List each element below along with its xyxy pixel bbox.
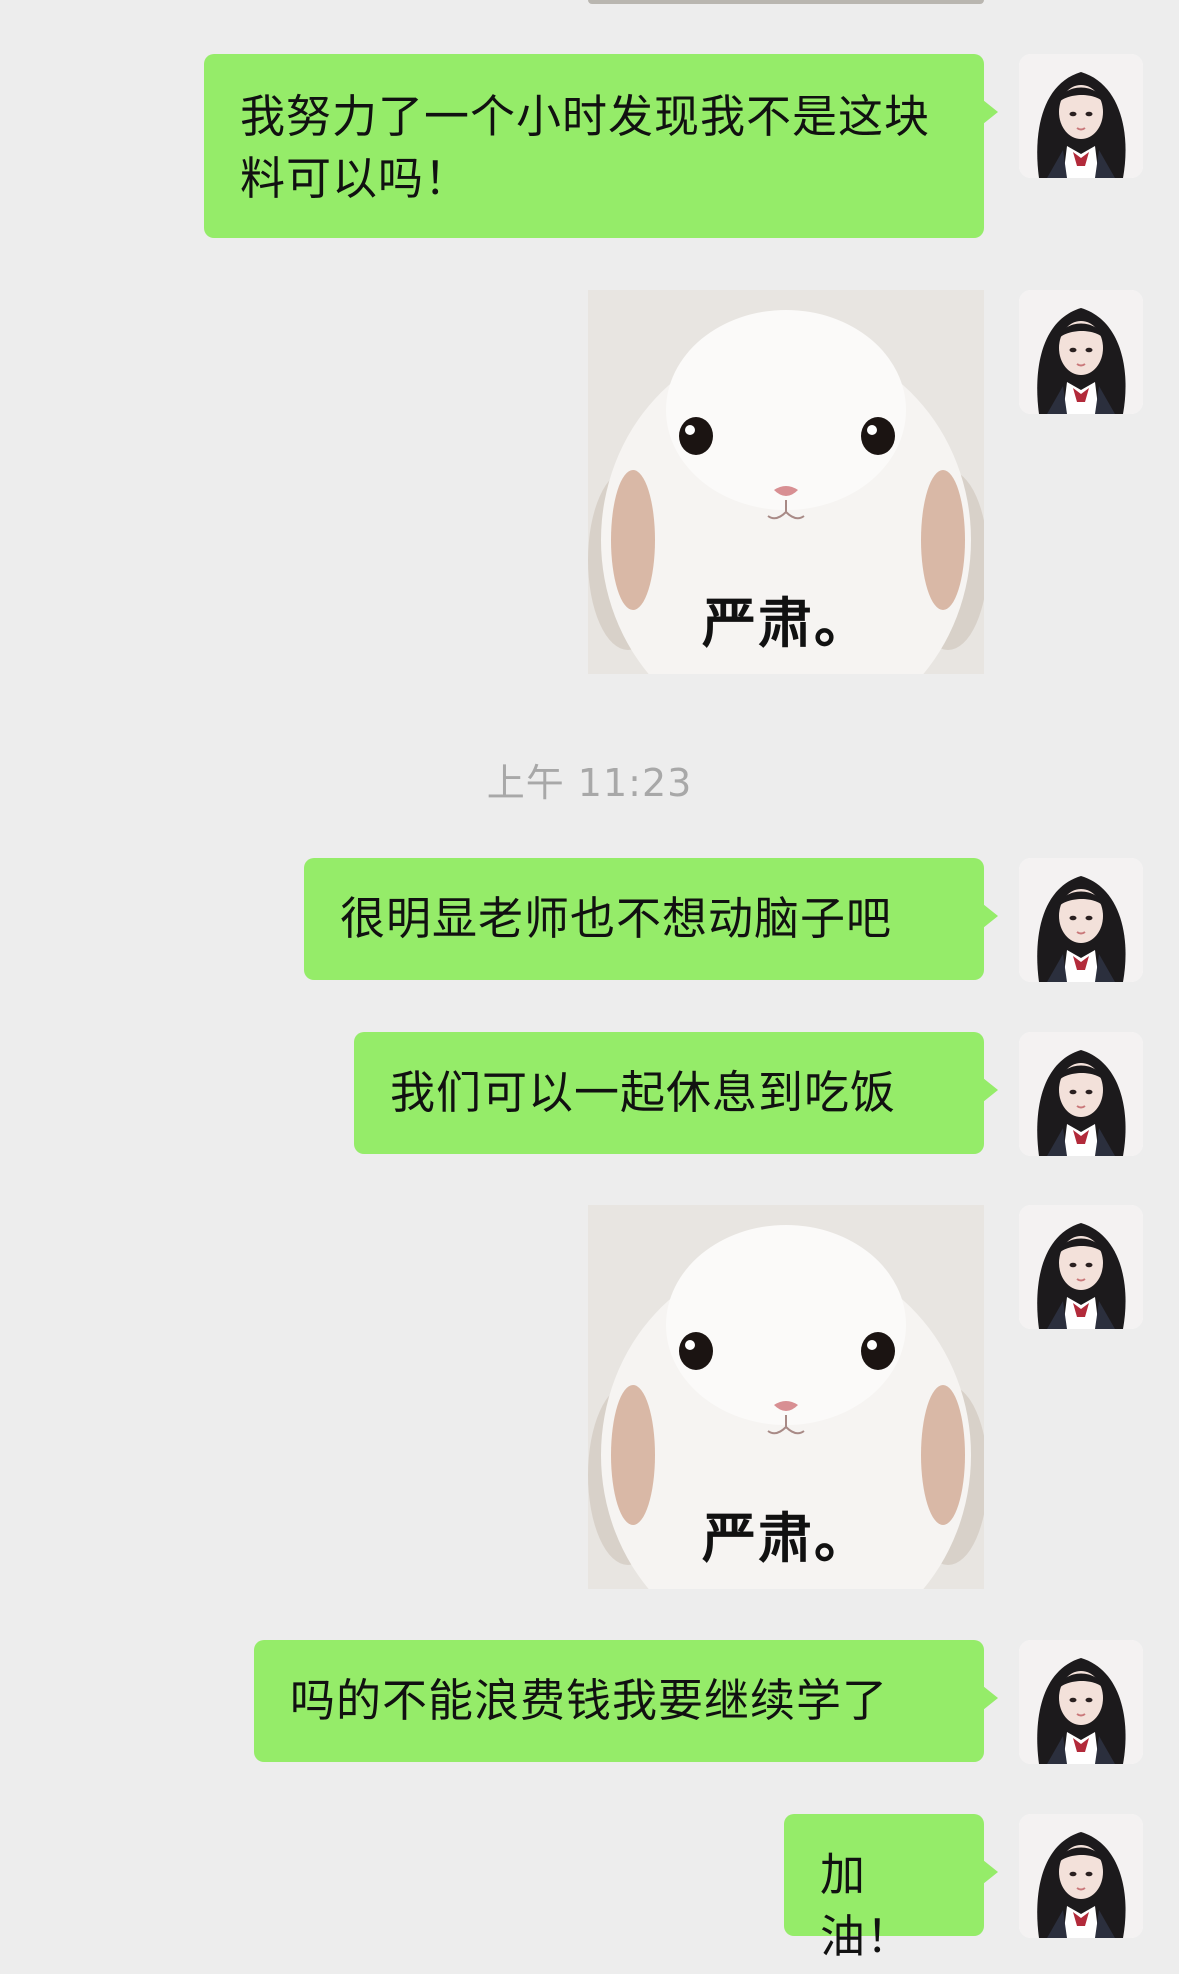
avatar[interactable]	[1019, 1032, 1143, 1156]
avatar[interactable]	[1019, 290, 1143, 414]
sticker-message[interactable]: 严肃。	[588, 1205, 984, 1589]
user-avatar-icon	[1019, 1814, 1143, 1938]
avatar[interactable]	[1019, 858, 1143, 982]
avatar[interactable]	[1019, 54, 1143, 178]
user-avatar-icon	[1019, 1640, 1143, 1764]
user-avatar-icon	[1019, 1205, 1143, 1329]
avatar[interactable]	[1019, 1814, 1143, 1938]
timestamp: 上午 11:23	[486, 761, 693, 805]
message-text: 我们可以一起休息到吃饭	[390, 1066, 897, 1119]
message-bubble[interactable]: 我努力了一个小时发现我不是这块料可以吗！	[204, 54, 998, 238]
avatar[interactable]	[1019, 1640, 1143, 1764]
user-avatar-icon	[1019, 858, 1143, 982]
avatar[interactable]	[1019, 1205, 1143, 1329]
sticker-message[interactable]: 严肃。	[588, 290, 984, 674]
previous-message-edge	[588, 0, 984, 4]
user-avatar-icon	[1019, 54, 1143, 178]
user-avatar-icon	[1019, 290, 1143, 414]
sticker-caption: 严肃。	[702, 1507, 870, 1570]
message-bubble[interactable]: 加油！	[784, 1814, 998, 1963]
message-bubble[interactable]: 吗的不能浪费钱我要继续学了	[254, 1640, 998, 1762]
user-avatar-icon	[1019, 1032, 1143, 1156]
message-bubble[interactable]: 我们可以一起休息到吃饭	[354, 1032, 998, 1154]
message-text: 很明显老师也不想动脑子吧	[340, 892, 893, 945]
message-bubble[interactable]: 很明显老师也不想动脑子吧	[304, 858, 998, 980]
chat-screen: 我努力了一个小时发现我不是这块料可以吗！ 严肃。 上午 11:23 很明显老师也…	[0, 0, 1179, 1974]
message-text: 吗的不能浪费钱我要继续学了	[290, 1674, 889, 1727]
sticker-caption: 严肃。	[702, 592, 870, 655]
message-text: 加油！	[820, 1848, 913, 1963]
message-text: 我努力了一个小时发现我不是这块料可以吗！	[240, 90, 931, 205]
